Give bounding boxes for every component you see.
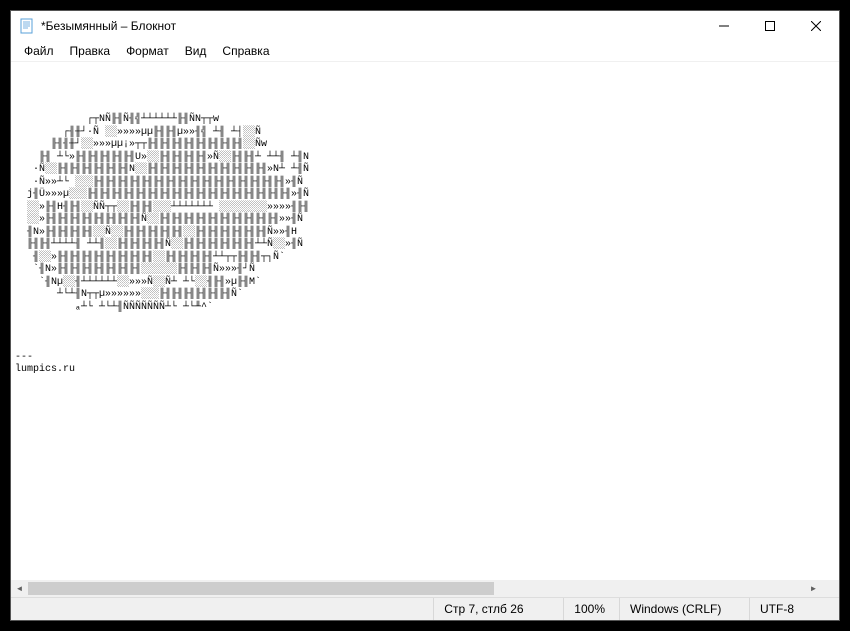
menu-format[interactable]: Формат <box>119 43 176 59</box>
horizontal-scrollbar[interactable]: ◄ ► <box>11 580 822 597</box>
menubar: Файл Правка Формат Вид Справка <box>11 41 839 61</box>
menu-view[interactable]: Вид <box>178 43 214 59</box>
scrollbar-corner <box>822 580 839 597</box>
notepad-icon <box>19 18 35 34</box>
menu-file[interactable]: Файл <box>17 43 61 59</box>
titlebar[interactable]: *Безымянный – Блокнот <box>11 11 839 41</box>
status-encoding: UTF-8 <box>749 598 839 620</box>
status-line-ending: Windows (CRLF) <box>619 598 749 620</box>
minimize-button[interactable] <box>701 11 747 41</box>
scroll-right-icon[interactable]: ► <box>805 580 822 597</box>
scroll-track[interactable] <box>28 580 805 597</box>
scroll-thumb[interactable] <box>28 582 494 595</box>
status-position: Стр 7, стлб 26 <box>433 598 563 620</box>
editor-area: ┌┬NÑ╟╢Ñ╢╣┴┴┴┴┴┴╟╢ÑN┬┬w ┌╢╫┘·Ñ ░░»»»»µµ╟╢… <box>11 61 839 597</box>
menu-help[interactable]: Справка <box>215 43 276 59</box>
maximize-button[interactable] <box>747 11 793 41</box>
statusbar: Стр 7, стлб 26 100% Windows (CRLF) UTF-8 <box>11 597 839 620</box>
text-editor[interactable]: ┌┬NÑ╟╢Ñ╢╣┴┴┴┴┴┴╟╢ÑN┬┬w ┌╢╫┘·Ñ ░░»»»»µµ╟╢… <box>11 62 839 597</box>
status-zoom: 100% <box>563 598 619 620</box>
window-title: *Безымянный – Блокнот <box>41 19 701 33</box>
notepad-window: *Безымянный – Блокнот Файл Правка Формат… <box>10 10 840 621</box>
window-controls <box>701 11 839 41</box>
scroll-left-icon[interactable]: ◄ <box>11 580 28 597</box>
menu-edit[interactable]: Правка <box>63 43 118 59</box>
close-button[interactable] <box>793 11 839 41</box>
